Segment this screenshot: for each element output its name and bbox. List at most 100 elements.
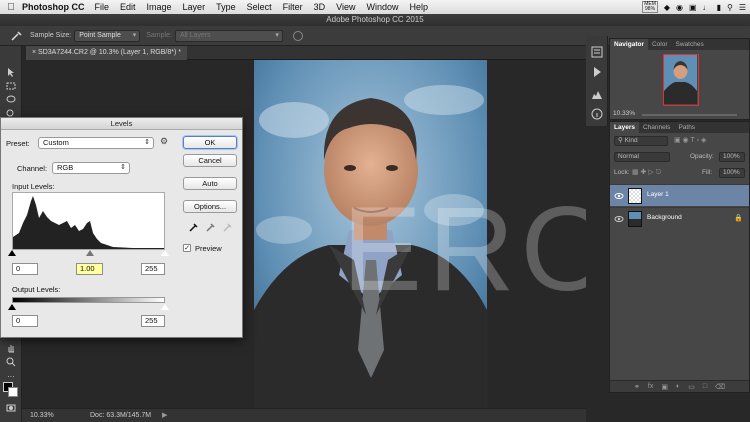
volume-icon[interactable]: ♩ [703, 3, 711, 12]
preview-checkbox[interactable]: ✓ [183, 244, 191, 252]
new-group-icon[interactable]: ▭ [688, 383, 695, 391]
layers-panel: Layers Channels Paths ⚲ Kind ▣ ◉ T ▫ ◈ N… [609, 121, 750, 393]
window-title: Adobe Photoshop CC 2015 [0, 14, 750, 26]
notifications-icon[interactable]: ☰ [739, 3, 746, 12]
menu-help[interactable]: Help [409, 2, 428, 12]
cancel-button[interactable]: Cancel [183, 154, 237, 167]
output-levels-gradient[interactable] [12, 297, 165, 303]
lock-icons[interactable]: ▦ ✚ ▷ ⎋ [632, 168, 661, 177]
auto-button[interactable]: Auto [183, 177, 237, 190]
actions-play-icon[interactable] [591, 66, 603, 78]
lasso-tool-icon[interactable] [3, 94, 19, 106]
info-icon[interactable] [591, 108, 603, 120]
history-icon[interactable] [591, 46, 603, 58]
apple-icon[interactable]:  [0, 2, 22, 13]
output-black-handle[interactable] [8, 304, 16, 310]
input-black-point-handle[interactable] [8, 250, 16, 256]
visibility-eye-icon[interactable] [614, 214, 624, 224]
layer-row-layer-1[interactable]: Layer 1 [610, 184, 749, 206]
output-black-field[interactable]: 0 [12, 315, 38, 327]
battery-icon[interactable]: ▮ [717, 3, 721, 12]
show-ring-icon[interactable] [292, 30, 303, 41]
preset-options-gear-icon[interactable]: ⚙ [160, 136, 168, 147]
more-tools-icon[interactable]: … [3, 368, 19, 380]
new-layer-icon[interactable]: □ [703, 383, 707, 390]
quick-mask-icon[interactable] [3, 402, 19, 414]
delete-layer-icon[interactable]: ⌫ [715, 383, 725, 391]
zoom-tool-icon[interactable] [3, 356, 19, 368]
levels-histogram [12, 192, 165, 250]
layer-filter-select[interactable]: ⚲ Kind [614, 136, 668, 146]
tab-swatches[interactable]: Swatches [672, 39, 708, 50]
menu-3d[interactable]: 3D [314, 2, 326, 12]
layer-name[interactable]: Layer 1 [647, 191, 669, 198]
hand-tool-icon[interactable] [3, 342, 19, 354]
menu-image[interactable]: Image [147, 2, 172, 12]
channel-select[interactable]: RGB ⇕ [52, 162, 130, 174]
move-tool-icon[interactable] [3, 66, 19, 78]
input-white-point-handle[interactable] [161, 250, 169, 256]
navigator-zoom-slider[interactable] [642, 114, 737, 116]
sample-select[interactable]: All Layers [174, 29, 283, 42]
input-black-field[interactable]: 0 [12, 263, 38, 275]
options-button[interactable]: Options... [183, 200, 237, 213]
tab-channels[interactable]: Channels [639, 122, 674, 133]
background-color-swatch[interactable] [8, 387, 18, 397]
memory-meter: MEM 98% [642, 1, 658, 13]
status-zoom[interactable]: 10.33% [30, 409, 54, 422]
layer-name[interactable]: Background [647, 214, 682, 221]
menu-select[interactable]: Select [247, 2, 272, 12]
visibility-eye-icon[interactable] [614, 191, 624, 201]
menu-type[interactable]: Type [216, 2, 236, 12]
menu-view[interactable]: View [336, 2, 355, 12]
navigator-zoom[interactable]: 10.33% [613, 110, 635, 117]
status-menu-arrow-icon[interactable]: ▶ [162, 409, 167, 422]
link-layers-icon[interactable]: ⚭ [634, 383, 640, 391]
layer-row-background[interactable]: Background 🔒 [610, 207, 749, 229]
panel-icon-strip [586, 36, 608, 126]
output-white-field[interactable]: 255 [141, 315, 165, 327]
menu-app-name[interactable]: Photoshop CC [22, 2, 85, 12]
menu-filter[interactable]: Filter [283, 2, 303, 12]
tab-layers[interactable]: Layers [610, 122, 639, 133]
ok-button[interactable]: OK [183, 136, 237, 149]
sample-label: Sample: [146, 32, 172, 39]
document-tab[interactable]: × SD3A7244.CR2 @ 10.3% (Layer 1, RGB/8*)… [26, 46, 187, 60]
blend-mode-select[interactable]: Normal [614, 152, 670, 162]
white-eyedropper-icon[interactable] [222, 222, 232, 234]
input-white-field[interactable]: 255 [141, 263, 165, 275]
input-gamma-handle[interactable] [86, 250, 94, 256]
input-gamma-field[interactable]: 1.00 [76, 263, 103, 275]
fx-icon[interactable]: fx [648, 383, 653, 390]
opacity-value[interactable]: 100% [719, 152, 745, 162]
screen-icon[interactable]: ▣ [689, 3, 697, 12]
tab-paths[interactable]: Paths [674, 122, 699, 133]
adjustment-layer-icon[interactable]: ◐ [676, 383, 680, 390]
watermark-text: ERO [342, 182, 586, 316]
menu-window[interactable]: Window [366, 2, 398, 12]
preview-label: Preview [195, 244, 222, 253]
output-white-handle[interactable] [161, 304, 169, 310]
marquee-tool-icon[interactable] [3, 80, 19, 92]
menu-layer[interactable]: Layer [183, 2, 206, 12]
sample-size-select[interactable]: Point Sample [74, 29, 141, 42]
document-tab-label: SD3A7244.CR2 @ 10.3% (Layer 1, RGB/8*) * [38, 49, 181, 56]
histogram-icon[interactable] [591, 88, 603, 100]
black-eyedropper-icon[interactable] [188, 222, 198, 234]
tab-navigator[interactable]: Navigator [610, 39, 648, 50]
dropbox-icon[interactable]: ◆ [664, 3, 670, 12]
wifi-icon[interactable]: ◉ [676, 3, 683, 12]
filter-icons[interactable]: ▣ ◉ T ▫ ◈ [674, 136, 706, 144]
menu-edit[interactable]: Edit [120, 2, 136, 12]
fill-value[interactable]: 100% [719, 168, 745, 178]
gray-eyedropper-icon[interactable] [205, 222, 215, 234]
tab-color[interactable]: Color [648, 39, 672, 50]
preset-value: Custom [43, 138, 69, 147]
opacity-label: Opacity: [690, 153, 714, 160]
eyedropper-tool-icon[interactable] [4, 28, 30, 44]
menu-file[interactable]: File [95, 2, 110, 12]
preset-select[interactable]: Custom ⇕ [38, 137, 154, 149]
add-mask-icon[interactable]: ▣ [661, 383, 668, 391]
navigator-thumbnail[interactable] [663, 54, 699, 106]
search-icon[interactable]: ⚲ [727, 3, 733, 12]
